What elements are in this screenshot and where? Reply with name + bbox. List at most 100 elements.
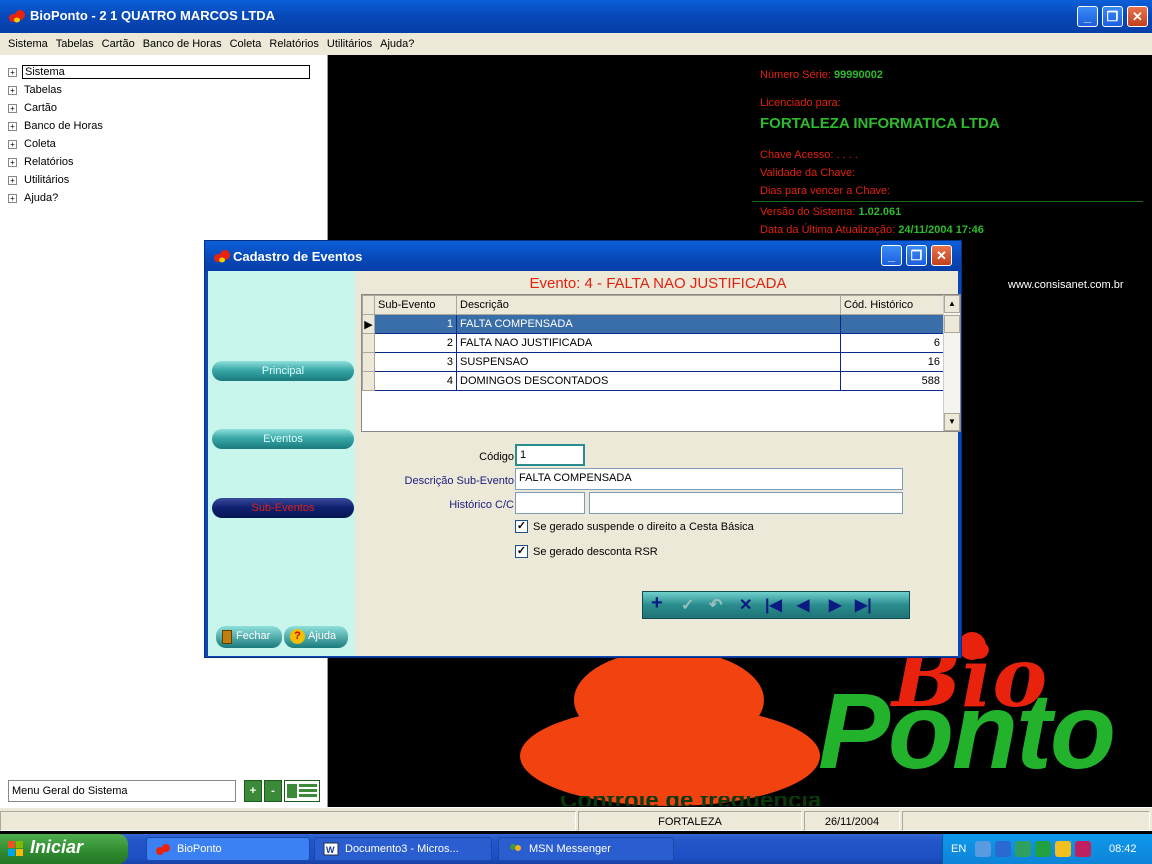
grid-scrollbar[interactable]: ▲ ▼ (943, 295, 960, 431)
close-button[interactable]: ✕ (1127, 6, 1148, 27)
minimize-button[interactable]: _ (1077, 6, 1098, 27)
dialog-minimize-button[interactable]: _ (881, 245, 902, 266)
checkbox-checked-icon[interactable]: ✓ (515, 545, 528, 558)
svg-text:W: W (326, 845, 335, 855)
col-sub-evento[interactable]: Sub-Evento (374, 295, 457, 315)
table-row[interactable]: ▶ 1 FALTA COMPENSADA (362, 314, 944, 334)
ajuda-button[interactable]: ? Ajuda (284, 626, 348, 648)
dialog-body: Principal Eventos Sub-Eventos Fechar ? Aj… (208, 271, 961, 656)
cell-desc[interactable]: FALTA NAO JUSTIFICADA (456, 333, 841, 353)
prior-record-icon[interactable]: ◀ (797, 595, 809, 615)
nav-subeventos-button[interactable]: Sub-Eventos (212, 498, 354, 518)
scroll-down-icon[interactable]: ▼ (944, 413, 960, 431)
menu-banco-de-horas[interactable]: Banco de Horas (143, 38, 222, 50)
system-tray: EN 08:42 (942, 834, 1152, 864)
col-cod-historico[interactable]: Cód. Histórico (840, 295, 944, 315)
expand-icon[interactable]: + (8, 85, 17, 95)
cell-sub[interactable]: 4 (374, 371, 457, 391)
tree-item-sistema[interactable]: + Sistema (8, 63, 310, 81)
cell-cod[interactable]: 588 (840, 371, 944, 391)
scroll-thumb[interactable] (944, 315, 960, 333)
tray-security-icon[interactable] (1075, 841, 1091, 857)
cell-cod[interactable] (840, 314, 944, 334)
next-record-icon[interactable]: ▶ (829, 595, 841, 615)
historico-code-field[interactable] (515, 492, 585, 514)
msn-tray-icon[interactable] (1015, 841, 1031, 857)
nav-principal-button[interactable]: Principal (212, 361, 354, 381)
task-word-document[interactable]: W Documento3 - Micros... (314, 837, 492, 861)
cell-desc[interactable]: FALTA COMPENSADA (456, 314, 841, 334)
delete-record-icon[interactable]: ✕ (739, 595, 752, 615)
scroll-up-icon[interactable]: ▲ (944, 295, 960, 313)
tray-arrow-icon[interactable] (975, 841, 991, 857)
cell-sub[interactable]: 1 (374, 314, 457, 334)
dialog-maximize-button[interactable]: ❐ (906, 245, 927, 266)
cesta-basica-checkbox[interactable]: ✓ Se gerado suspende o direito a Cesta B… (515, 520, 754, 533)
codigo-field[interactable]: 1 (515, 444, 585, 466)
cell-cod[interactable]: 16 (840, 352, 944, 372)
menu-relatorios[interactable]: Relatórios (269, 38, 319, 50)
add-record-icon[interactable]: + (651, 592, 663, 615)
tree-item-banco-de-horas[interactable]: + Banco de Horas (8, 117, 310, 135)
last-record-icon[interactable]: ▶| (855, 595, 872, 615)
cell-desc[interactable]: SUSPENSAO (456, 352, 841, 372)
validade-label: Validade da Chave: (760, 167, 856, 179)
collapse-all-button[interactable]: - (264, 780, 282, 802)
tray-app-icon[interactable] (1035, 841, 1051, 857)
expand-icon[interactable]: + (8, 157, 17, 167)
cell-desc[interactable]: DOMINGOS DESCONTADOS (456, 371, 841, 391)
language-indicator[interactable]: EN (951, 843, 966, 855)
expand-icon[interactable]: + (8, 193, 17, 203)
tree-item-ajuda[interactable]: + Ajuda? (8, 189, 310, 207)
website-link[interactable]: www.consisanet.com.br (1008, 279, 1124, 291)
checkbox-checked-icon[interactable]: ✓ (515, 520, 528, 533)
main-titlebar[interactable]: BioPonto - 2 1 QUATRO MARCOS LTDA _ ❐ ✕ (0, 0, 1152, 33)
first-record-icon[interactable]: |◀ (765, 595, 782, 615)
status-bar: FORTALEZA 26/11/2004 (0, 807, 1152, 831)
menu-sistema[interactable]: Sistema (8, 38, 48, 50)
task-bioponto[interactable]: BioPonto (146, 837, 310, 861)
table-row[interactable]: 2 FALTA NAO JUSTIFICADA 6 (362, 333, 944, 353)
expand-icon[interactable]: + (8, 139, 17, 149)
nav-eventos-button[interactable]: Eventos (212, 429, 354, 449)
cadastro-eventos-dialog: Cadastro de Eventos _ ❐ ✕ Principal Even… (204, 240, 962, 658)
expand-icon[interactable]: + (8, 67, 17, 77)
cell-cod[interactable]: 6 (840, 333, 944, 353)
col-descricao[interactable]: Descrição (456, 295, 841, 315)
cancel-edit-icon[interactable]: ↶ (709, 595, 722, 615)
tree-item-tabelas[interactable]: + Tabelas (8, 81, 310, 99)
tree-item-cartao[interactable]: + Cartão (8, 99, 310, 117)
descricao-field[interactable]: FALTA COMPENSADA (515, 468, 903, 490)
task-msn-messenger[interactable]: MSN Messenger (498, 837, 674, 861)
post-record-icon[interactable]: ✓ (681, 595, 694, 615)
row-indicator-icon: ▶ (362, 314, 375, 334)
cell-sub[interactable]: 2 (374, 333, 457, 353)
row-indicator (362, 333, 375, 353)
menu-ajuda[interactable]: Ajuda? (380, 38, 414, 50)
tray-user-icon[interactable] (1055, 841, 1071, 857)
desconta-rsr-checkbox[interactable]: ✓ Se gerado desconta RSR (515, 545, 658, 558)
menu-utilitarios[interactable]: Utilitários (327, 38, 372, 50)
expand-icon[interactable]: + (8, 121, 17, 131)
tree-item-coleta[interactable]: + Coleta (8, 135, 310, 153)
menu-coleta[interactable]: Coleta (230, 38, 262, 50)
tree-item-relatorios[interactable]: + Relatórios (8, 153, 310, 171)
menu-cartao[interactable]: Cartão (102, 38, 135, 50)
expand-all-button[interactable]: + (244, 780, 262, 802)
fechar-button[interactable]: Fechar (216, 626, 282, 648)
historico-desc-field[interactable] (589, 492, 903, 514)
dialog-close-button[interactable]: ✕ (931, 245, 952, 266)
table-row[interactable]: 4 DOMINGOS DESCONTADOS 588 (362, 371, 944, 391)
expand-icon[interactable]: + (8, 175, 17, 185)
tree-item-utilitarios[interactable]: + Utilitários (8, 171, 310, 189)
subeventos-grid[interactable]: Sub-Evento Descrição Cód. Histórico ▶ 1 … (361, 294, 961, 432)
dialog-titlebar[interactable]: Cadastro de Eventos _ ❐ ✕ (205, 241, 961, 271)
cell-sub[interactable]: 3 (374, 352, 457, 372)
tree-view-icon[interactable] (284, 780, 320, 802)
network-icon[interactable] (995, 841, 1011, 857)
expand-icon[interactable]: + (8, 103, 17, 113)
start-button[interactable]: Iniciar (0, 834, 128, 864)
menu-tabelas[interactable]: Tabelas (56, 38, 94, 50)
table-row[interactable]: 3 SUSPENSAO 16 (362, 352, 944, 372)
restore-button[interactable]: ❐ (1102, 6, 1123, 27)
